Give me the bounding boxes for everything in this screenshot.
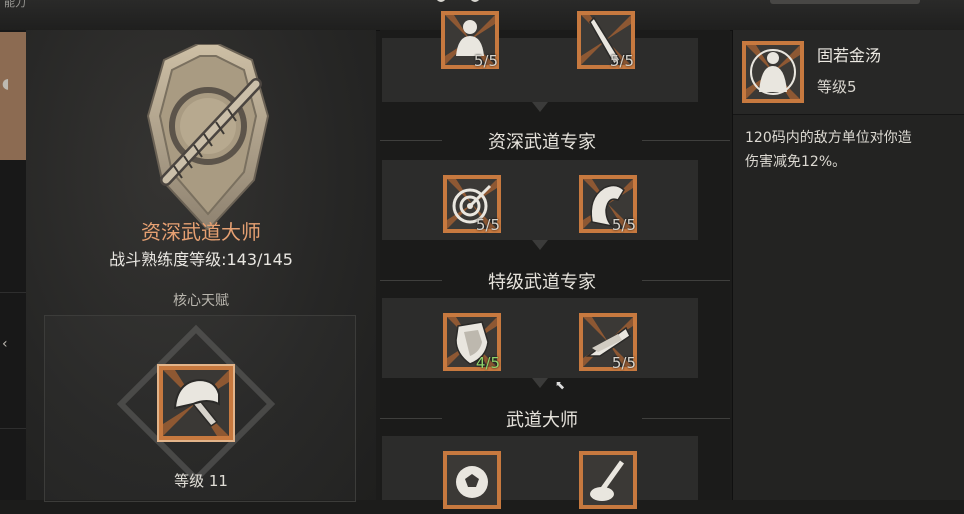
tier-label: 资深武道专家 (442, 128, 642, 154)
proficiency-level: 战斗熟练度等级:143/145 (109, 250, 293, 269)
talent-node-wing[interactable]: 5/5 (578, 312, 638, 372)
tier-label: 武道大师 (442, 406, 642, 432)
sword-icon (579, 451, 637, 509)
talent-count: 5/5 (609, 52, 634, 70)
tier-arrow-icon (532, 102, 548, 112)
talent-count-partial: 4/5 (475, 354, 500, 372)
side-nav-tab-icon[interactable]: ‹ (2, 336, 8, 352)
core-talent-label: 核心天赋 (173, 293, 229, 309)
mouse-cursor-icon: ⬉ (555, 378, 566, 392)
figure-detail-icon (742, 41, 804, 103)
top-left-label: 能力 (4, 0, 26, 9)
talent-node-figure[interactable]: 5/5 (440, 10, 500, 70)
bat-emblem-icon (146, 44, 270, 230)
tier-row (382, 38, 698, 102)
core-talent-icon[interactable] (157, 364, 235, 442)
side-nav: ◖ ‹ (0, 30, 26, 500)
talent-count: 5/5 (611, 216, 636, 234)
talent-count: 5/5 (475, 216, 500, 234)
talent-node-sword[interactable] (578, 450, 638, 510)
tier-arrow-icon (532, 378, 548, 388)
side-nav-divider (0, 292, 26, 293)
talent-count: 5/5 (611, 354, 636, 372)
talent-level: 等级5 (817, 78, 857, 96)
side-nav-active-tab[interactable]: ◖ (0, 32, 26, 160)
core-talent-level: 等级 11 (174, 472, 228, 490)
talent-node-shield[interactable]: 4/5 (442, 312, 502, 372)
tier-row (382, 160, 698, 240)
talent-detail-panel: 固若金汤 等级5 120码内的敌方单位对你造 伤害减免12%。 (732, 30, 964, 500)
tier-label: 特级武道专家 (442, 268, 642, 294)
talent-name: 固若金汤 (817, 46, 882, 65)
tier-row (382, 298, 698, 378)
talent-count: 5/5 (473, 52, 498, 70)
shield-small-icon: ◖ (2, 76, 10, 92)
top-center-indicator (430, 0, 490, 4)
tier-arrow-icon (532, 240, 548, 250)
talent-node-target[interactable]: 5/5 (442, 174, 502, 234)
talent-node-axe[interactable]: 5/5 (578, 174, 638, 234)
talent-node-ball[interactable] (442, 450, 502, 510)
ball-icon (443, 451, 501, 509)
class-panel: 资深武道大师 战斗熟练度等级:143/145 核心天赋 等级 11 (26, 30, 376, 502)
class-title: 资深武道大师 (141, 220, 261, 244)
tier-row (382, 436, 698, 500)
talent-detail-header: 固若金汤 等级5 (733, 30, 964, 115)
side-nav-divider (0, 428, 26, 429)
talent-description: 120码内的敌方单位对你造 伤害减免12%。 (745, 130, 912, 170)
talent-node-blade[interactable]: 5/5 (576, 10, 636, 70)
top-right-bar (770, 0, 920, 4)
talent-tree: 资深武道专家 特级武道专家 武道大师 (380, 30, 730, 500)
